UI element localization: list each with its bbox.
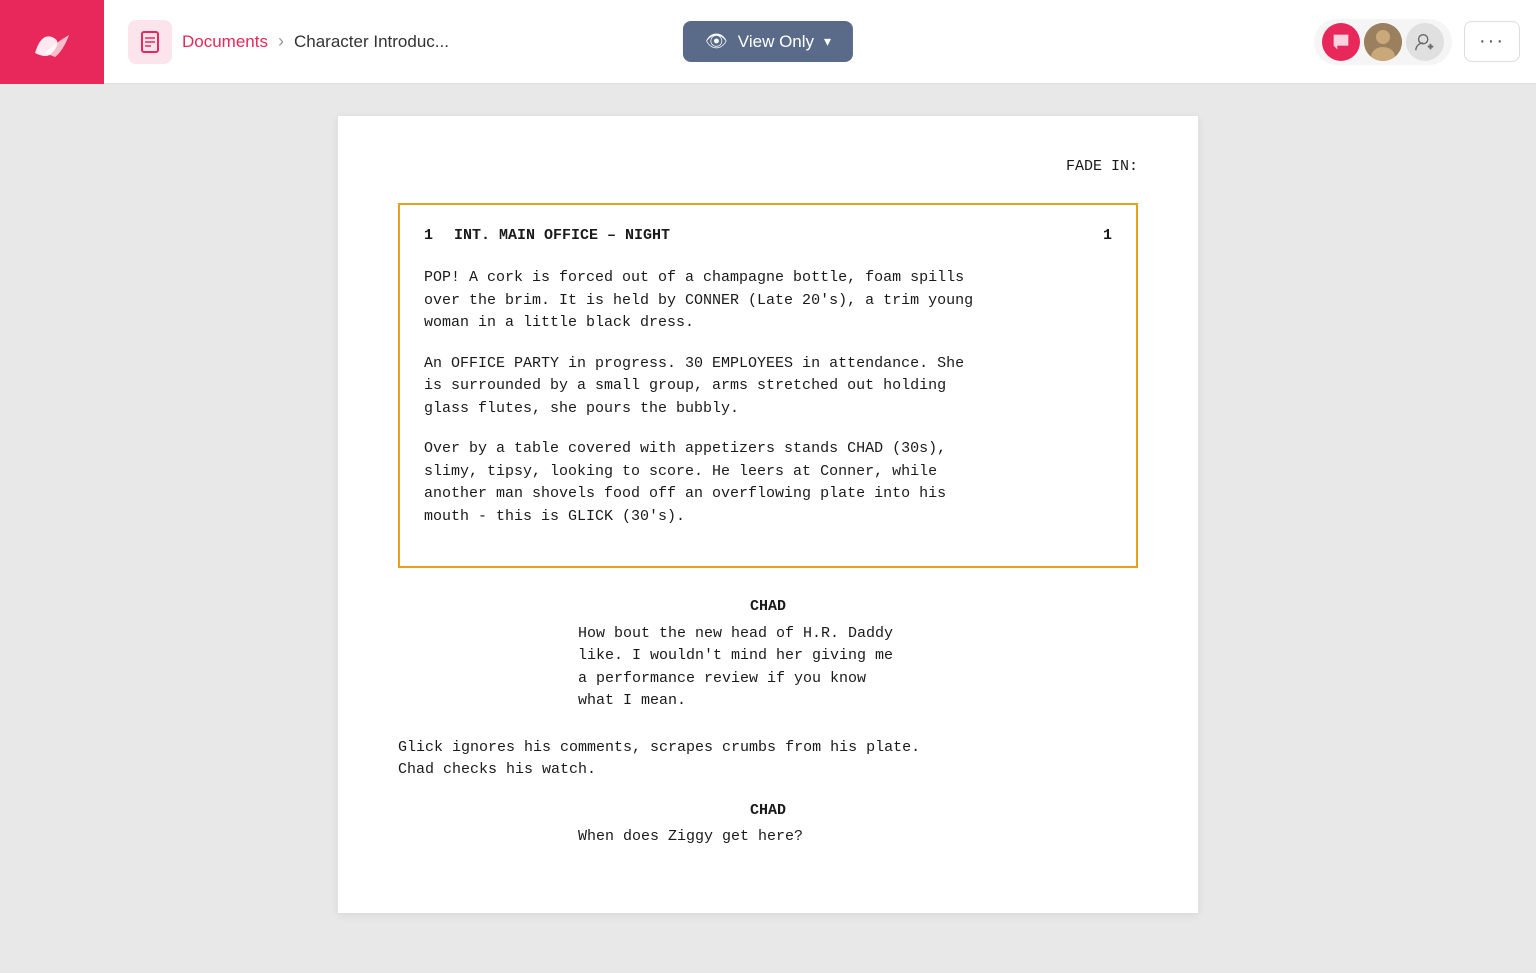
eye-icon: 👁 bbox=[705, 31, 728, 52]
logo-icon bbox=[25, 15, 79, 69]
scene-number-left: 1 bbox=[424, 225, 454, 248]
more-options-button[interactable]: ··· bbox=[1464, 21, 1520, 62]
main-content: FADE IN: 1 INT. MAIN OFFICE – NIGHT 1 PO… bbox=[0, 84, 1536, 973]
logo-box bbox=[0, 0, 104, 84]
documents-breadcrumb[interactable]: Documents bbox=[182, 32, 268, 52]
avatar-add-user[interactable] bbox=[1406, 23, 1444, 61]
dialogue-text-1: How bout the new head of H.R. Daddy like… bbox=[578, 623, 958, 713]
user-photo bbox=[1364, 23, 1402, 61]
avatar-group bbox=[1314, 19, 1452, 65]
scene-box: 1 INT. MAIN OFFICE – NIGHT 1 POP! A cork… bbox=[398, 203, 1138, 569]
header: Documents › Character Introduc... 👁 View… bbox=[0, 0, 1536, 84]
scene-heading: 1 INT. MAIN OFFICE – NIGHT 1 bbox=[424, 225, 1112, 248]
action-paragraph-3: Over by a table covered with appetizers … bbox=[424, 438, 1112, 528]
screenplay-page: FADE IN: 1 INT. MAIN OFFICE – NIGHT 1 PO… bbox=[338, 116, 1198, 913]
view-only-label: View Only bbox=[738, 32, 814, 52]
character-name-1: CHAD bbox=[750, 596, 786, 619]
view-only-button[interactable]: 👁 View Only ▾ bbox=[683, 21, 853, 62]
document-icon bbox=[138, 30, 162, 54]
avatar-user1[interactable] bbox=[1322, 23, 1360, 61]
breadcrumb-current-doc: Character Introduc... bbox=[294, 32, 449, 52]
breadcrumb: Documents › Character Introduc... bbox=[128, 20, 449, 64]
chevron-down-icon: ▾ bbox=[824, 33, 831, 50]
dialogue-block-2: CHAD When does Ziggy get here? bbox=[398, 800, 1138, 849]
character-name-2: CHAD bbox=[750, 800, 786, 823]
dialogue-block-1: CHAD How bout the new head of H.R. Daddy… bbox=[398, 596, 1138, 713]
dialogue-text-2: When does Ziggy get here? bbox=[578, 826, 958, 849]
avatar-user2[interactable] bbox=[1364, 23, 1402, 61]
chat-icon bbox=[1330, 31, 1352, 53]
doc-icon-button[interactable] bbox=[128, 20, 172, 64]
scene-title: INT. MAIN OFFICE – NIGHT bbox=[454, 225, 1082, 248]
fade-in: FADE IN: bbox=[398, 156, 1138, 179]
action-paragraph-2: An OFFICE PARTY in progress. 30 EMPLOYEE… bbox=[424, 353, 1112, 421]
action-paragraph-1: POP! A cork is forced out of a champagne… bbox=[424, 267, 1112, 335]
add-user-icon bbox=[1414, 31, 1436, 53]
breadcrumb-separator: › bbox=[278, 31, 284, 52]
scene-number-right: 1 bbox=[1082, 225, 1112, 248]
action-paragraph-4: Glick ignores his comments, scrapes crum… bbox=[398, 737, 1138, 782]
header-right: ··· bbox=[1314, 19, 1520, 65]
